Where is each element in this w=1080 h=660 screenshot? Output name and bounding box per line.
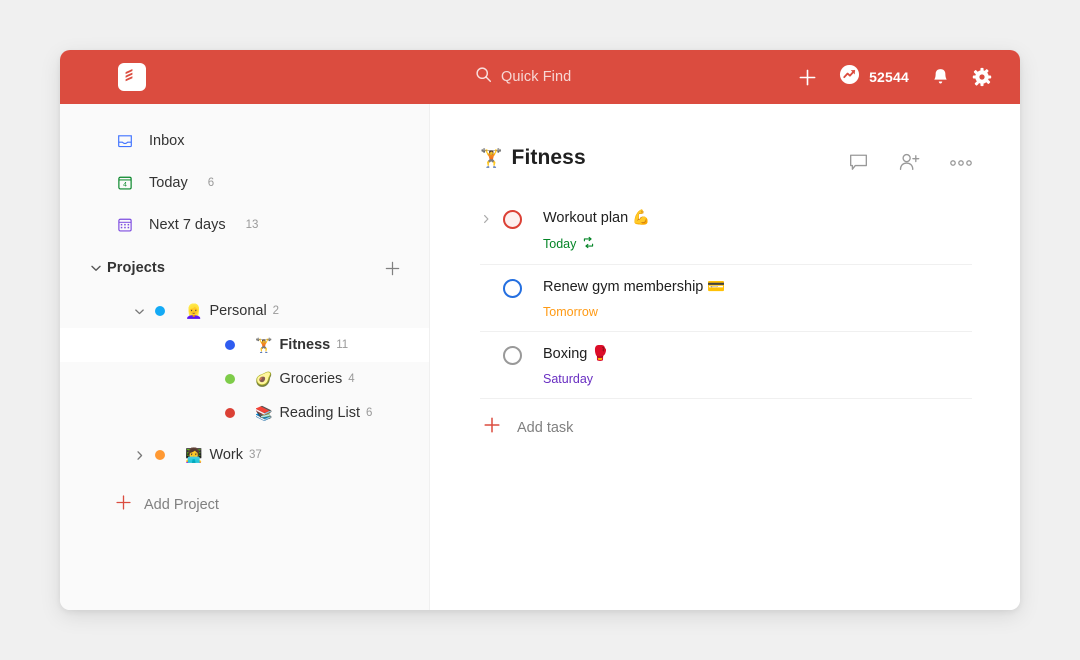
project-color-dot	[225, 408, 235, 418]
project-name: Personal	[209, 303, 267, 319]
expand-spacer	[480, 345, 503, 386]
gear-icon[interactable]	[972, 67, 992, 87]
content-header: 🏋️ Fitness	[480, 146, 972, 173]
karma-count: 52544	[869, 69, 909, 85]
task-due-label: Tomorrow	[543, 305, 598, 319]
project-emoji: 👩‍💻	[185, 447, 203, 463]
task-due-date[interactable]: Tomorrow	[543, 305, 725, 319]
week-calendar-icon	[115, 215, 135, 235]
project-emoji: 🏋️	[480, 147, 503, 168]
task-body: Boxing 🥊 Saturday	[543, 345, 609, 386]
project-name: Reading List	[279, 405, 361, 421]
chevron-right-icon[interactable]	[128, 449, 150, 462]
sidebar-item-label: Today	[149, 175, 188, 191]
sidebar-project-fitness[interactable]: 🏋️ Fitness 11	[60, 328, 429, 362]
sidebar-item-inbox[interactable]: Inbox	[60, 126, 429, 156]
comments-icon[interactable]	[848, 152, 869, 173]
project-emoji: 📚	[255, 405, 273, 421]
add-project-button[interactable]: Add Project	[60, 490, 429, 520]
project-count: 37	[249, 449, 262, 461]
project-color-dot	[155, 450, 165, 460]
project-emoji: 🏋️	[255, 337, 273, 353]
sidebar-project-groceries[interactable]: 🥑 Groceries 4	[60, 362, 429, 396]
task-title: Boxing 🥊	[543, 346, 610, 362]
add-person-icon[interactable]	[898, 152, 921, 173]
task-due-label: Saturday	[543, 372, 594, 386]
add-task-button[interactable]: Add task	[480, 416, 972, 439]
sidebar-item-today[interactable]: 4 Today 6	[60, 168, 429, 198]
add-project-label: Add Project	[144, 497, 219, 513]
search-icon	[475, 66, 492, 88]
sidebar: Inbox 4 Today 6 Next 7 days 13 Projects …	[60, 104, 430, 610]
project-color-dot	[225, 374, 235, 384]
expand-spacer	[480, 278, 503, 319]
task-checkbox[interactable]	[503, 346, 522, 365]
add-project-icon[interactable]	[384, 260, 401, 277]
task-body: Workout plan 💪 Today	[543, 209, 650, 252]
sidebar-item-count: 13	[245, 219, 259, 231]
task-row[interactable]: Renew gym membership 💳 Tomorrow	[480, 265, 972, 332]
sidebar-item-label: Inbox	[149, 133, 185, 149]
projects-section-header[interactable]: Projects	[60, 252, 429, 284]
task-checkbox[interactable]	[503, 210, 522, 229]
page-title: 🏋️ Fitness	[480, 146, 586, 170]
sidebar-project-reading-list[interactable]: 📚 Reading List 6	[60, 396, 429, 430]
svg-text:4: 4	[123, 182, 127, 189]
sidebar-item-next-7-days[interactable]: Next 7 days 13	[60, 210, 429, 240]
project-emoji: 🥑	[255, 371, 273, 387]
sidebar-project-personal[interactable]: 👱‍♀️ Personal 2	[60, 294, 429, 328]
karma-trending-icon	[839, 64, 860, 90]
project-color-dot	[155, 306, 165, 316]
quick-find[interactable]: Quick Find	[475, 62, 571, 92]
todoist-window: Quick Find 52544 Inbox 4 Today 6 Next 7 …	[60, 50, 1020, 610]
more-options-icon[interactable]	[950, 159, 972, 167]
chevron-down-icon[interactable]	[128, 305, 150, 318]
content-header-actions	[848, 146, 972, 173]
sidebar-item-count: 6	[207, 177, 215, 189]
projects-section-title: Projects	[107, 260, 166, 276]
bell-icon[interactable]	[931, 67, 950, 87]
task-due-label: Today	[543, 237, 577, 251]
task-list: Workout plan 💪 Today Renew gym membershi…	[480, 196, 972, 399]
add-task-label: Add task	[517, 419, 574, 436]
project-count: 6	[366, 407, 373, 419]
task-title: Workout plan 💪	[543, 210, 651, 226]
project-list: 👱‍♀️ Personal 2 🏋️ Fitness 11 🥑 Grocerie…	[60, 294, 429, 472]
plus-icon	[115, 494, 132, 516]
project-name: Groceries	[279, 371, 343, 387]
project-name: Fitness	[279, 337, 331, 353]
plus-icon	[483, 416, 501, 439]
app-header: Quick Find 52544	[60, 50, 1020, 104]
app-body: Inbox 4 Today 6 Next 7 days 13 Projects …	[60, 104, 1020, 610]
task-title: Renew gym membership 💳	[543, 279, 726, 295]
expand-subtasks-icon[interactable]	[480, 209, 503, 252]
task-body: Renew gym membership 💳 Tomorrow	[543, 278, 725, 319]
app-page: Quick Find 52544 Inbox 4 Today 6 Next 7 …	[0, 0, 1080, 660]
inbox-icon	[115, 131, 135, 151]
project-count: 11	[336, 339, 349, 351]
project-emoji: 👱‍♀️	[185, 303, 203, 319]
sidebar-item-label: Next 7 days	[149, 217, 226, 233]
today-calendar-icon: 4	[115, 173, 135, 193]
task-due-date[interactable]: Today	[543, 236, 650, 252]
main-content: 🏋️ Fitness Workout plan 💪 Today Renew gy…	[430, 104, 1020, 610]
project-name: Work	[209, 447, 244, 463]
header-actions: 52544	[798, 64, 992, 90]
search-input[interactable]: Quick Find	[501, 69, 571, 85]
recurring-icon	[582, 236, 595, 252]
project-count: 2	[272, 305, 280, 317]
add-task-button[interactable]	[798, 68, 817, 87]
project-color-dot	[225, 340, 235, 350]
chevron-down-icon[interactable]	[85, 261, 107, 275]
todoist-logo[interactable]	[118, 63, 146, 91]
project-count: 4	[348, 373, 355, 385]
sidebar-project-work[interactable]: 👩‍💻 Work 37	[60, 438, 429, 472]
task-checkbox[interactable]	[503, 279, 522, 298]
karma-indicator[interactable]: 52544	[839, 64, 909, 90]
task-due-date[interactable]: Saturday	[543, 372, 609, 386]
page-title-text: Fitness	[511, 146, 586, 169]
task-row[interactable]: Boxing 🥊 Saturday	[480, 332, 972, 399]
task-row[interactable]: Workout plan 💪 Today	[480, 196, 972, 265]
